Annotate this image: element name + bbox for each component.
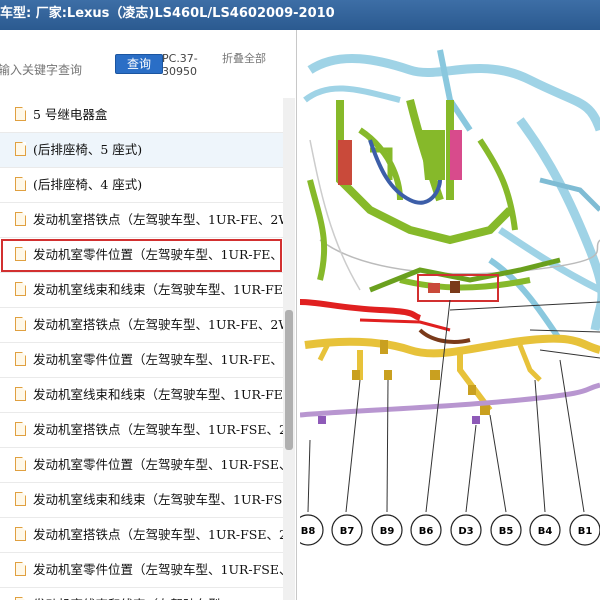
connector-label: B9 xyxy=(380,526,395,537)
file-icon xyxy=(15,212,26,226)
list-item[interactable]: 发动机室零件位置（左驾驶车型、1UR-FSE、2WD xyxy=(0,448,283,483)
connector-label: D3 xyxy=(458,526,473,537)
file-icon xyxy=(15,422,26,436)
search-input[interactable] xyxy=(0,52,110,88)
file-icon xyxy=(15,527,26,541)
file-icon xyxy=(15,247,26,261)
list-item[interactable]: 发动机室线束和线束（左驾驶车型、1UR-FE、2W xyxy=(0,378,283,413)
connector-label: B4 xyxy=(538,526,553,537)
list-item-selected[interactable]: 发动机室零件位置（左驾驶车型、1UR-FE、2WD xyxy=(0,238,283,273)
connector-label: B1 xyxy=(578,526,593,537)
code-label: PC.37-30950 xyxy=(162,52,198,78)
file-icon xyxy=(15,352,26,366)
list-item[interactable]: 发动机室搭铁点（左驾驶车型、1UR-FSE、2WD xyxy=(0,413,283,448)
list-item[interactable]: 发动机室零件位置（左驾驶车型、1UR-FSE、2WD xyxy=(0,553,283,588)
file-icon xyxy=(15,562,26,576)
query-button[interactable]: 查询 xyxy=(115,54,163,74)
scrollbar-thumb[interactable] xyxy=(285,310,293,450)
list-item[interactable]: 发动机室零件位置（左驾驶车型、1UR-FE、2WD xyxy=(0,343,283,378)
file-icon xyxy=(15,142,26,156)
connector-label: B5 xyxy=(499,526,514,537)
wiring-diagram-svg: B8 B7 B9 B6 D3 B5 B4 B1 xyxy=(300,49,600,546)
file-icon xyxy=(15,107,26,121)
list-item[interactable]: 发动机室线束和线束（左驾驶车型、1UR-FSE、2W xyxy=(0,483,283,518)
list-item[interactable]: 发动机室线束和线束（左驾驶车型、1UR-FSE、2W xyxy=(0,588,283,600)
collapse-all-button[interactable]: 折叠全部 xyxy=(222,52,270,65)
file-icon xyxy=(15,282,26,296)
list-item[interactable]: 发动机室搭铁点（左驾驶车型、1UR-FE、2WD xyxy=(0,203,283,238)
file-icon xyxy=(15,317,26,331)
connector-label: B6 xyxy=(419,526,434,537)
list-item[interactable]: 5 号继电器盒 xyxy=(0,98,283,133)
list-item[interactable]: 发动机室搭铁点（左驾驶车型、1UR-FE、2WD xyxy=(0,308,283,343)
sidebar: 查询 PC.37-30950 折叠全部 5 号继电器盒 (后排座椅、5 座式) … xyxy=(0,30,297,600)
title-bar: 车型: 厂家:Lexus（凌志)LS460L/LS4602009-2010 xyxy=(0,0,600,30)
window-title: 车型: 厂家:Lexus（凌志)LS460L/LS4602009-2010 xyxy=(0,6,335,21)
search-bar: 查询 PC.37-30950 折叠全部 xyxy=(0,44,296,104)
connector-label: B7 xyxy=(340,526,355,537)
connector-labels: B8 B7 B9 B6 D3 B5 B4 B1 xyxy=(300,514,600,546)
wiring-diagram[interactable]: B8 B7 B9 B6 D3 B5 B4 B1 xyxy=(300,40,600,600)
list-item[interactable]: 发动机室线束和线束（左驾驶车型、1UR-FE、2W xyxy=(0,273,283,308)
file-icon xyxy=(15,457,26,471)
list-item[interactable]: (后排座椅、4 座式) xyxy=(0,168,283,203)
document-list: 5 号继电器盒 (后排座椅、5 座式) (后排座椅、4 座式) 发动机室搭铁点（… xyxy=(0,98,283,600)
file-icon xyxy=(15,387,26,401)
list-item[interactable]: 发动机室搭铁点（左驾驶车型、1UR-FSE、2WD xyxy=(0,518,283,553)
file-icon xyxy=(15,177,26,191)
list-item[interactable]: (后排座椅、5 座式) xyxy=(0,133,283,168)
file-icon xyxy=(15,492,26,506)
connector-label: B8 xyxy=(301,526,316,537)
